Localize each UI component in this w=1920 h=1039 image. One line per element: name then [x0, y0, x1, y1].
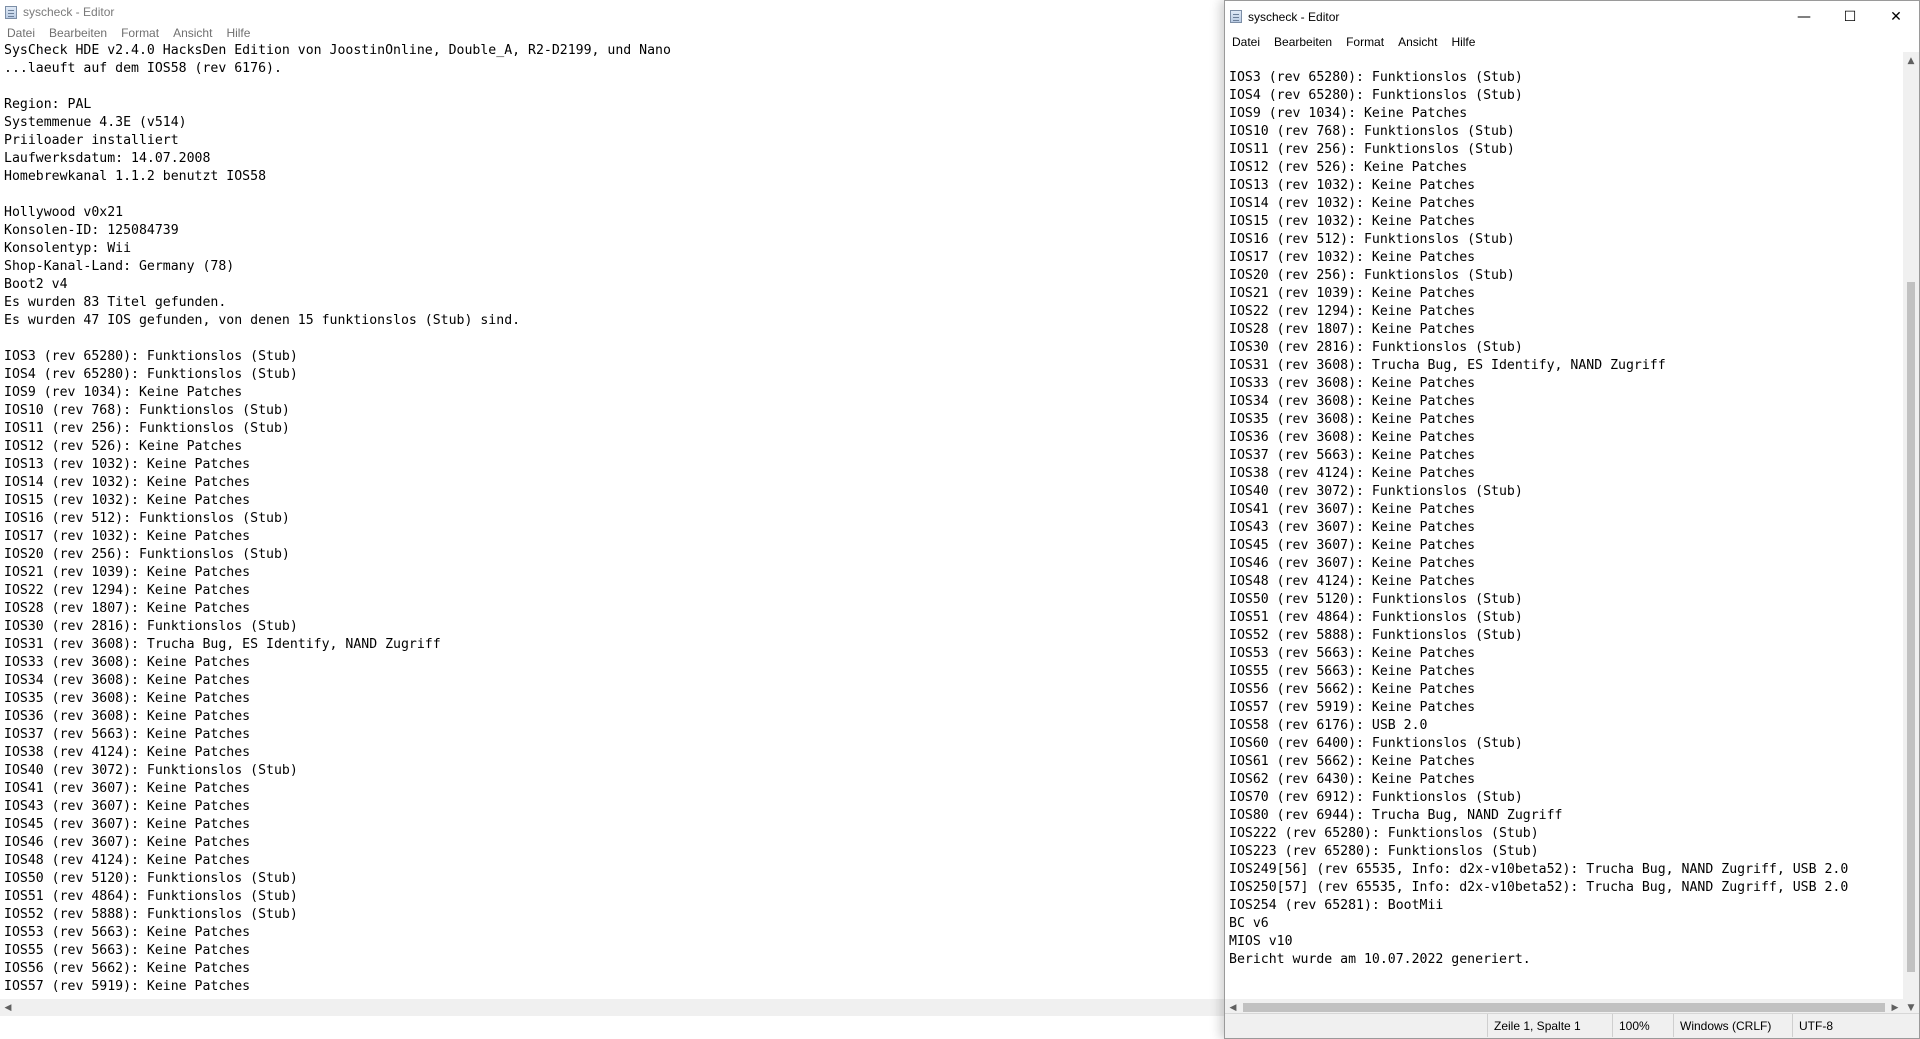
notepad-icon	[5, 5, 17, 19]
text-line: IOS70 (rev 6912): Funktionslos (Stub)	[1229, 790, 1523, 805]
menu-bearbeiten[interactable]: Bearbeiten	[1267, 35, 1339, 49]
text-line: IOS58 (rev 6176): USB 2.0	[1229, 718, 1428, 733]
status-encoding: UTF-8	[1792, 1014, 1919, 1037]
menu-ansicht[interactable]: Ansicht	[1391, 35, 1444, 49]
text-line: IOS33 (rev 3608): Keine Patches	[1229, 376, 1476, 391]
text-line: IOS51 (rev 4864): Funktionslos (Stub)	[1229, 610, 1523, 625]
scroll-up-icon[interactable]: ▲	[1903, 52, 1919, 69]
text-line: IOS50 (rev 5120): Funktionslos (Stub)	[1229, 592, 1523, 607]
text-line: IOS62 (rev 6430): Keine Patches	[1229, 772, 1476, 787]
text-line: IOS41 (rev 3607): Keine Patches	[1229, 502, 1476, 517]
text-line: IOS22 (rev 1294): Keine Patches	[1229, 304, 1476, 319]
scroll-left-icon[interactable]: ◀	[0, 999, 16, 1016]
text-line: IOS21 (rev 1039): Keine Patches	[1229, 286, 1476, 301]
text-line: MIOS v10	[1229, 934, 1293, 949]
menu-bar: Datei Bearbeiten Format Ansicht Hilfe	[1225, 32, 1919, 52]
text-line: IOS57 (rev 5919): Keine Patches	[1229, 700, 1476, 715]
menu-ansicht[interactable]: Ansicht	[166, 26, 219, 40]
menu-hilfe[interactable]: Hilfe	[219, 26, 257, 40]
text-line: IOS15 (rev 1032): Keine Patches	[1229, 214, 1476, 229]
caption-buttons: — ☐ ✕	[1781, 1, 1919, 32]
menu-datei[interactable]: Datei	[1225, 35, 1267, 49]
horizontal-scroll-thumb[interactable]	[1243, 1003, 1885, 1012]
menu-format[interactable]: Format	[114, 26, 166, 40]
window-title: syscheck - Editor	[23, 5, 115, 19]
text-content: IOS3 (rev 65280): Funktionslos (Stub) IOS…	[1225, 52, 1903, 969]
text-line: IOS9 (rev 1034): Keine Patches	[1229, 106, 1468, 121]
text-line: IOS28 (rev 1807): Keine Patches	[1229, 322, 1476, 337]
notepad-icon	[1230, 10, 1242, 23]
text-line: IOS34 (rev 3608): Keine Patches	[1229, 394, 1476, 409]
text-line: IOS14 (rev 1032): Keine Patches	[1229, 196, 1476, 211]
text-line: IOS37 (rev 5663): Keine Patches	[1229, 448, 1476, 463]
text-editor-area[interactable]: IOS3 (rev 65280): Funktionslos (Stub) IOS…	[1225, 52, 1903, 999]
text-line: IOS13 (rev 1032): Keine Patches	[1229, 178, 1476, 193]
text-line: IOS16 (rev 512): Funktionslos (Stub)	[1229, 232, 1515, 247]
text-line: IOS4 (rev 65280): Funktionslos (Stub)	[1229, 88, 1523, 103]
text-line: IOS43 (rev 3607): Keine Patches	[1229, 520, 1476, 535]
text-line: IOS223 (rev 65280): Funktionslos (Stub)	[1229, 844, 1539, 859]
text-line: IOS11 (rev 256): Funktionslos (Stub)	[1229, 142, 1515, 157]
title-bar[interactable]: syscheck - Editor — ☐ ✕	[1225, 1, 1919, 32]
text-line: IOS53 (rev 5663): Keine Patches	[1229, 646, 1476, 661]
text-line: IOS52 (rev 5888): Funktionslos (Stub)	[1229, 628, 1523, 643]
window-title: syscheck - Editor	[1248, 9, 1340, 24]
vertical-scroll-thumb[interactable]	[1907, 282, 1915, 972]
text-line: IOS36 (rev 3608): Keine Patches	[1229, 430, 1476, 445]
text-line: IOS56 (rev 5662): Keine Patches	[1229, 682, 1476, 697]
text-line: IOS30 (rev 2816): Funktionslos (Stub)	[1229, 340, 1523, 355]
text-line: IOS249[56] (rev 65535, Info: d2x-v10beta…	[1229, 862, 1849, 877]
text-line: IOS12 (rev 526): Keine Patches	[1229, 160, 1468, 175]
text-line: IOS31 (rev 3608): Trucha Bug, ES Identif…	[1229, 358, 1666, 373]
menu-datei[interactable]: Datei	[0, 26, 42, 40]
text-line: IOS20 (rev 256): Funktionslos (Stub)	[1229, 268, 1515, 283]
text-line: Bericht wurde am 10.07.2022 generiert.	[1229, 952, 1531, 967]
text-line: IOS46 (rev 3607): Keine Patches	[1229, 556, 1476, 571]
status-line-ending: Windows (CRLF)	[1673, 1014, 1792, 1037]
text-line: IOS222 (rev 65280): Funktionslos (Stub)	[1229, 826, 1539, 841]
menu-hilfe[interactable]: Hilfe	[1444, 35, 1482, 49]
text-line: IOS17 (rev 1032): Keine Patches	[1229, 250, 1476, 265]
notepad-window-foreground[interactable]: syscheck - Editor — ☐ ✕ Datei Bearbeiten…	[1224, 0, 1920, 1039]
menu-bearbeiten[interactable]: Bearbeiten	[42, 26, 114, 40]
text-line: IOS254 (rev 65281): BootMii	[1229, 898, 1444, 913]
text-line: IOS38 (rev 4124): Keine Patches	[1229, 466, 1476, 481]
close-button[interactable]: ✕	[1873, 1, 1919, 32]
text-line: IOS61 (rev 5662): Keine Patches	[1229, 754, 1476, 769]
text-line: IOS3 (rev 65280): Funktionslos (Stub)	[1229, 70, 1523, 85]
status-cursor-position: Zeile 1, Spalte 1	[1487, 1014, 1612, 1037]
text-line: IOS48 (rev 4124): Keine Patches	[1229, 574, 1476, 589]
text-line: IOS60 (rev 6400): Funktionslos (Stub)	[1229, 736, 1523, 751]
text-line: IOS250[57] (rev 65535, Info: d2x-v10beta…	[1229, 880, 1849, 895]
text-line: IOS80 (rev 6944): Trucha Bug, NAND Zugri…	[1229, 808, 1563, 823]
text-line: IOS10 (rev 768): Funktionslos (Stub)	[1229, 124, 1515, 139]
text-line: IOS35 (rev 3608): Keine Patches	[1229, 412, 1476, 427]
text-line: BC v6	[1229, 916, 1269, 931]
status-zoom: 100%	[1612, 1014, 1673, 1037]
vertical-scrollbar[interactable]: ▲ ▼	[1903, 52, 1919, 1016]
status-bar: Zeile 1, Spalte 1 100% Windows (CRLF) UT…	[1225, 1013, 1919, 1038]
minimize-button[interactable]: —	[1781, 1, 1827, 32]
maximize-button[interactable]: ☐	[1827, 1, 1873, 32]
text-line: IOS40 (rev 3072): Funktionslos (Stub)	[1229, 484, 1523, 499]
text-line: IOS45 (rev 3607): Keine Patches	[1229, 538, 1476, 553]
menu-format[interactable]: Format	[1339, 35, 1391, 49]
text-line: IOS55 (rev 5663): Keine Patches	[1229, 664, 1476, 679]
